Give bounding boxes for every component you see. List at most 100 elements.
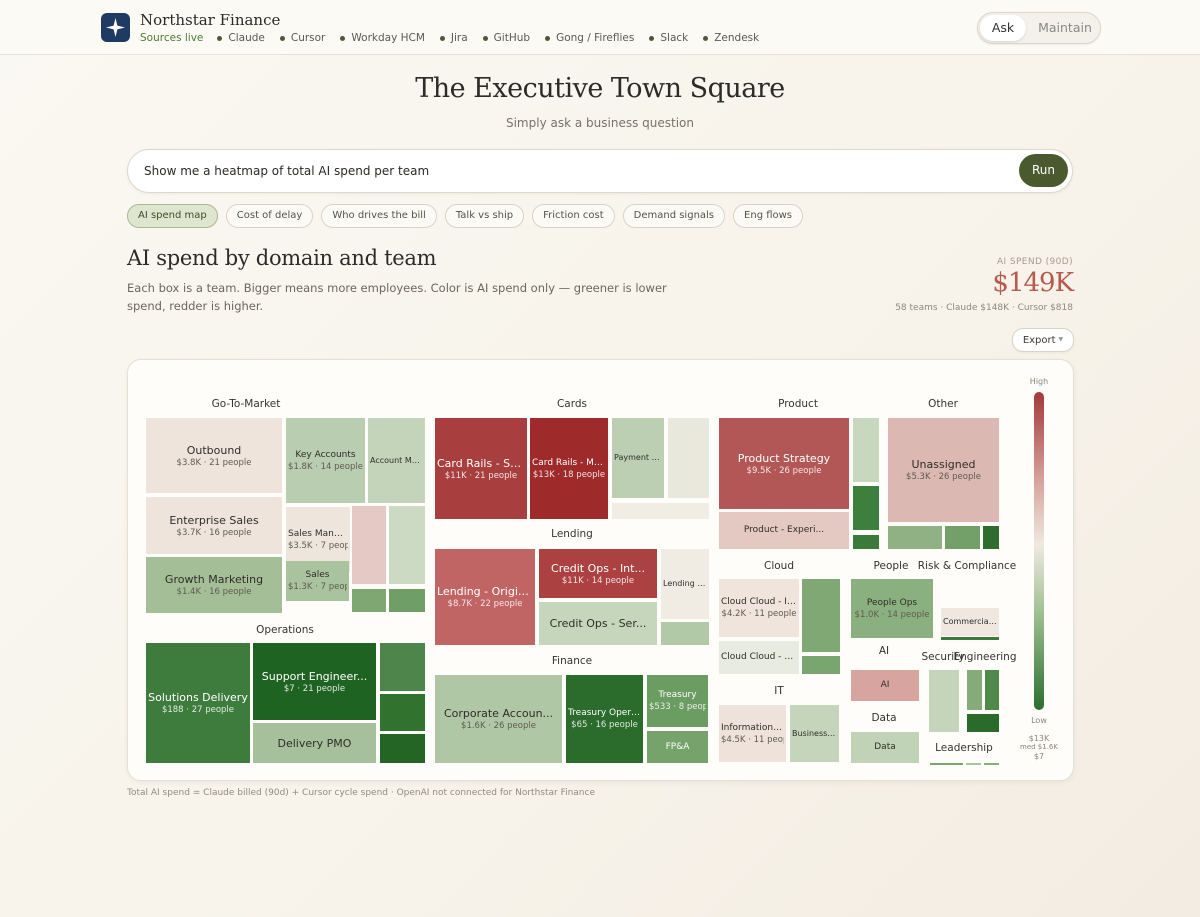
team-box[interactable] [352, 589, 386, 612]
team-box-data[interactable]: Data [851, 732, 919, 763]
team-box-unassigned[interactable]: Unassigned $5.3K · 26 people [888, 418, 999, 522]
logo[interactable] [101, 13, 130, 42]
team-name: Product Strategy [737, 451, 831, 465]
team-box-lending-sales[interactable]: Lending Sales [661, 549, 709, 619]
chip-eng-flows[interactable]: Eng flows [733, 204, 804, 228]
team-name: Sales [305, 570, 330, 580]
team-box[interactable] [380, 734, 425, 763]
team-box[interactable] [380, 643, 425, 691]
team-box-treasury-operati[interactable]: Treasury Operati... $65 · 16 people [566, 675, 643, 763]
team-box-product-strategy[interactable]: Product Strategy $9.5K · 26 people [719, 418, 849, 509]
run-button[interactable]: Run [1019, 154, 1068, 187]
team-box[interactable] [389, 589, 425, 612]
source-github: GitHub [482, 32, 530, 44]
team-box[interactable] [853, 486, 879, 530]
team-box-cloud-cloud-in[interactable]: Cloud Cloud - In... $4.2K · 11 people [719, 579, 799, 637]
team-box-ai[interactable]: AI [851, 670, 919, 701]
team-box-delivery-pmo[interactable]: Delivery PMO [253, 723, 376, 763]
mode-ask-button[interactable]: Ask [980, 15, 1026, 41]
export-button[interactable]: Export ▼ [1012, 328, 1074, 352]
team-spend-meta: $3.5K · 7 people [288, 540, 348, 551]
question-input[interactable] [142, 160, 1006, 182]
team-spend-meta: $1.0K · 14 people [854, 609, 930, 620]
team-box-people-ops[interactable]: People Ops $1.0K · 14 people [851, 579, 933, 638]
chip-demand-signals[interactable]: Demand signals [622, 204, 726, 228]
team-box[interactable] [966, 763, 981, 765]
team-box-account-managemen[interactable]: Account Managemen [368, 418, 425, 503]
team-box-credit-ops-int[interactable]: Credit Ops - Int... $11K · 14 people [539, 549, 657, 598]
team-spend-meta: $11K · 21 people [444, 470, 518, 481]
top-bar: Northstar Finance Sources live Claude Cu… [0, 0, 1200, 55]
chip-ai-spend-map[interactable]: AI spend map [127, 204, 218, 228]
team-box-key-accounts[interactable]: Key Accounts $1.8K · 14 people [286, 418, 365, 503]
mode-maintain-button[interactable]: Maintain [1034, 15, 1096, 41]
source-claude: Claude [217, 32, 265, 44]
status-dot-icon [279, 35, 285, 41]
team-box-corporate-accoun[interactable]: Corporate Accoun... $1.6K · 26 people [435, 675, 562, 763]
team-box[interactable] [967, 670, 982, 710]
team-box[interactable] [967, 714, 999, 732]
chip-friction-cost[interactable]: Friction cost [532, 204, 615, 228]
team-box-card-rails-mer[interactable]: Card Rails - Mer... $13K · 18 people [530, 418, 608, 519]
spend-color-legend [1034, 392, 1044, 710]
team-box[interactable] [661, 622, 709, 645]
team-box-payment-sales[interactable]: Payment Sales [612, 418, 664, 498]
team-box-growth-marketing[interactable]: Growth Marketing $1.4K · 16 people [146, 557, 282, 613]
team-box[interactable] [983, 526, 999, 549]
team-box[interactable] [352, 506, 386, 584]
team-box[interactable] [668, 418, 709, 498]
team-box[interactable] [389, 506, 425, 584]
team-box-treasury[interactable]: Treasury $533 · 8 people [647, 675, 708, 727]
team-box[interactable] [853, 418, 879, 482]
team-spend-meta: $1.3K · 7 people [288, 582, 347, 592]
team-box[interactable] [612, 503, 709, 519]
team-box[interactable] [985, 670, 999, 710]
footnote: Total AI spend = Claude billed (90d) + C… [127, 788, 595, 798]
status-dot-icon [439, 35, 445, 41]
team-box-commercial-com[interactable]: Commercial & Com... [941, 608, 999, 636]
team-name: Growth Marketing [164, 573, 264, 586]
team-box-cloud-cloud-sre[interactable]: Cloud Cloud - SRE [719, 641, 799, 674]
team-name: Product - Experi... [743, 525, 825, 535]
team-spend-meta: $1.8K · 14 people [288, 461, 363, 472]
team-box[interactable] [929, 670, 959, 732]
team-spend-meta: $4.2K · 11 people [721, 609, 797, 619]
team-box[interactable] [984, 763, 999, 765]
spend-breakdown: 58 teams · Claude $148K · Cursor $818 [895, 303, 1073, 313]
team-box-outbound[interactable]: Outbound $3.8K · 21 people [146, 418, 282, 493]
team-box-enterprise-sales[interactable]: Enterprise Sales $3.7K · 16 people [146, 497, 282, 554]
mode-toggle: Ask Maintain [977, 12, 1101, 44]
team-box-lending-origin[interactable]: Lending - Origin... $8.7K · 22 people [435, 549, 535, 645]
brand-name: Northstar Finance [140, 11, 281, 29]
team-box-business-applica[interactable]: Business Applica... [790, 705, 839, 762]
team-box-fp-a[interactable]: FP&A [647, 731, 708, 763]
status-dot-icon [482, 35, 488, 41]
team-box-information-tech[interactable]: Information Tech...$4.5K · 11 people [719, 705, 786, 762]
chip-cost-of-delay[interactable]: Cost of delay [225, 204, 314, 228]
team-box[interactable] [802, 579, 840, 652]
team-box[interactable] [930, 763, 963, 765]
team-spend-meta: $65 · 16 people [571, 720, 638, 730]
team-box-solutions-delivery[interactable]: Solutions Delivery $188 · 27 people [146, 643, 250, 763]
source-cursor: Cursor [279, 32, 325, 44]
sources-bar: Sources live Claude Cursor Workday HCM J… [140, 31, 774, 45]
status-dot-icon [649, 35, 655, 41]
team-name: Information Tech... [721, 722, 784, 733]
team-box[interactable] [945, 526, 980, 549]
section-title: AI spend by domain and team [127, 246, 437, 270]
chip-who-drives-the-bill[interactable]: Who drives the bill [321, 204, 437, 228]
team-box-support-engineer[interactable]: Support Engineer... $7 · 21 people [253, 643, 376, 720]
team-name: Card Rails - Mer... [532, 457, 606, 468]
team-box[interactable] [802, 656, 840, 674]
team-box-card-rails-set[interactable]: Card Rails - Set... $11K · 21 people [435, 418, 527, 519]
team-box[interactable] [941, 637, 999, 640]
team-box[interactable] [380, 694, 425, 731]
team-box[interactable] [888, 526, 942, 549]
team-box[interactable] [853, 535, 879, 549]
team-box-credit-ops-ser[interactable]: Credit Ops - Ser... [539, 602, 657, 645]
team-box-sales[interactable]: Sales $1.3K · 7 people [286, 561, 349, 601]
team-box-product-experi[interactable]: Product - Experi... [719, 512, 849, 549]
chip-talk-vs-ship[interactable]: Talk vs ship [444, 204, 525, 228]
team-spend-meta: $4.5K · 11 people [721, 734, 784, 745]
spend-label: AI SPEND (90D) [996, 257, 1073, 267]
